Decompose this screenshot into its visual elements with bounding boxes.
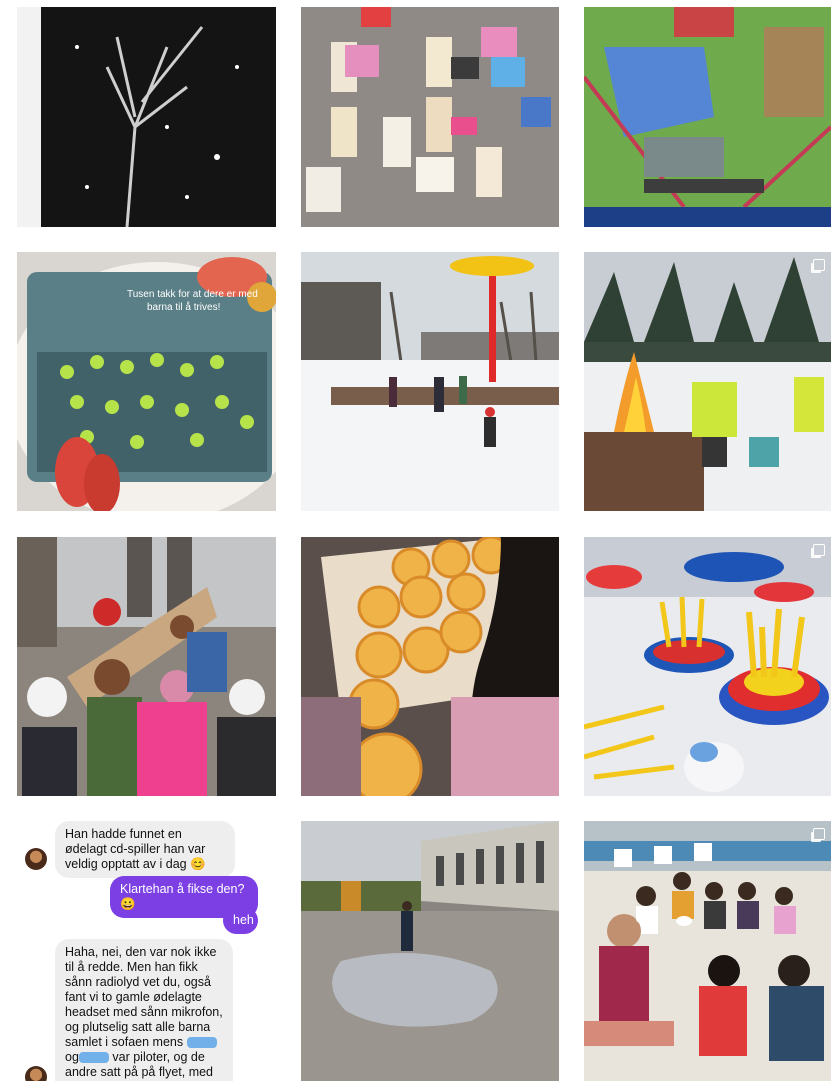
post-minecraft[interactable] — [584, 7, 831, 227]
paper-dolls-image — [301, 7, 559, 227]
carousel-icon — [813, 259, 825, 271]
pizzas-image — [301, 537, 559, 796]
chat-message-4-part-a: Haha, nei, den var nok ikke til å redde.… — [65, 945, 223, 1049]
post-chat-screenshot[interactable]: Han hadde funnet en ødelagt cd-spiller h… — [17, 821, 276, 1081]
black-canvas-image — [17, 7, 276, 227]
minecraft-image — [584, 7, 831, 227]
chat-message-4: Haha, nei, den var nok ikke til å redde.… — [55, 939, 233, 1081]
chat-message-3: heh — [223, 907, 258, 934]
post-sledding[interactable] — [301, 252, 559, 511]
cake-text-line1: Tusen takk for at dere er med — [127, 289, 258, 300]
carousel-icon — [813, 544, 825, 556]
chat-view: Han hadde funnet en ødelagt cd-spiller h… — [17, 821, 276, 1081]
post-children-group[interactable] — [17, 537, 276, 796]
post-photo-cake[interactable]: Tusen takk for at dere er med barna til … — [17, 252, 276, 511]
contact-avatar — [25, 1066, 47, 1081]
redacted-name — [186, 1037, 217, 1049]
children-group-image — [17, 537, 276, 796]
redacted-name — [78, 1052, 109, 1064]
post-pizzas[interactable] — [301, 537, 559, 796]
chat-message-4-og: og — [65, 1050, 79, 1064]
photo-cake-image: Tusen takk for at dere er med barna til … — [17, 252, 276, 511]
post-puddle[interactable] — [301, 821, 559, 1081]
sledding-image — [301, 252, 559, 511]
drum-circle-image — [584, 821, 831, 1081]
photo-grid: Tusen takk for at dere er med barna til … — [0, 0, 831, 1081]
post-campfire[interactable] — [584, 252, 831, 511]
contact-avatar — [25, 848, 47, 870]
puddle-image — [301, 821, 559, 1081]
carousel-icon — [813, 828, 825, 840]
post-black-canvas[interactable] — [17, 7, 276, 227]
campfire-image — [584, 252, 831, 511]
cake-text-line2: barna til å trives! — [147, 301, 220, 313]
chat-message-1: Han hadde funnet en ødelagt cd-spiller h… — [55, 821, 235, 878]
post-clay[interactable] — [584, 537, 831, 796]
post-paper-dolls[interactable] — [301, 7, 559, 227]
post-drum-circle[interactable] — [584, 821, 831, 1081]
clay-image — [584, 537, 831, 796]
